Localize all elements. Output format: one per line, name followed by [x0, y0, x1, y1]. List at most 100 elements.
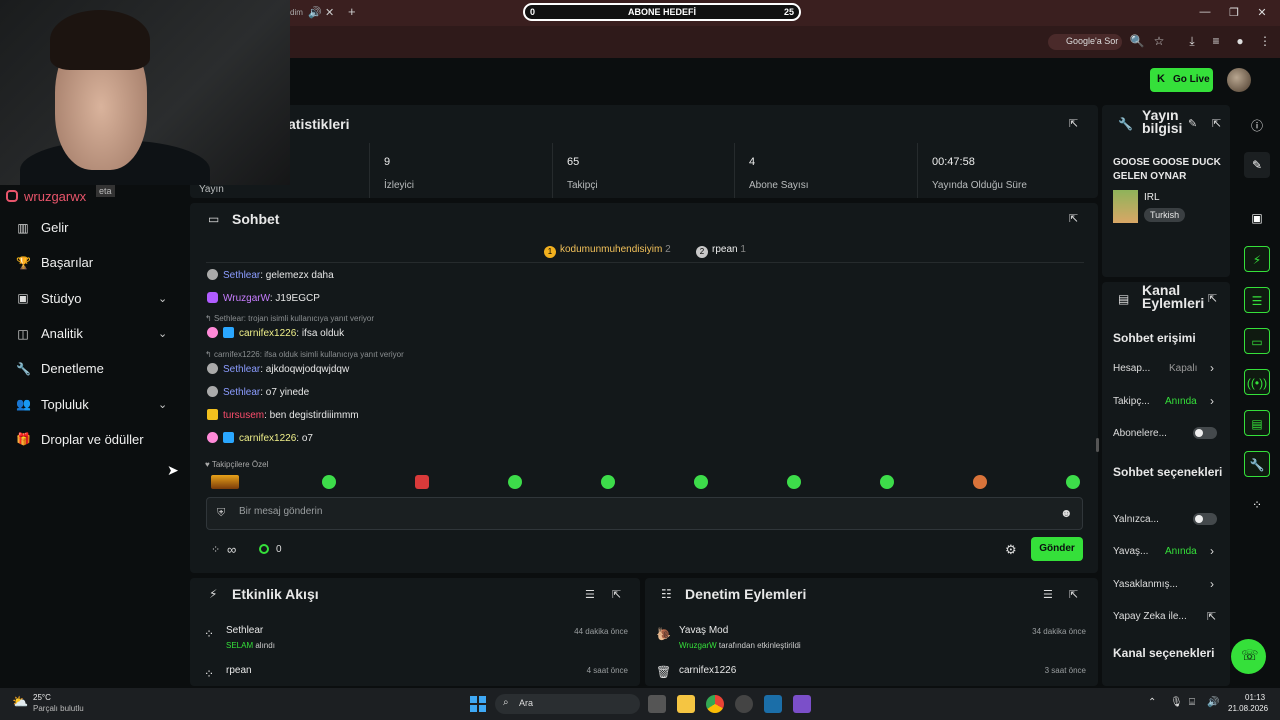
volume-icon[interactable]: 🔊: [1207, 697, 1219, 708]
setting-row-account-age[interactable]: Hesap... Kapalı ›: [1113, 361, 1223, 378]
reading-list-icon[interactable]: ≡: [1208, 34, 1224, 48]
setting-row-ai-moderation[interactable]: Yapay Zeka ile... ⇱: [1113, 610, 1223, 626]
setting-row-followers[interactable]: Takipç... Anında ›: [1113, 394, 1223, 411]
clock-date[interactable]: 21.08.2026: [1228, 704, 1268, 713]
microphone-icon[interactable]: 🎙: [1170, 697, 1183, 708]
activity-user[interactable]: Sethlear: [226, 625, 263, 636]
list-icon[interactable]: ☰: [1244, 287, 1270, 313]
zoom-icon[interactable]: 🔍: [1129, 34, 1145, 48]
chat-username[interactable]: Sethlear: [223, 364, 260, 375]
chevron-down-icon[interactable]: ⌄: [158, 327, 167, 340]
filter-icon[interactable]: ☰: [585, 588, 595, 601]
sidebar-item-basarilar[interactable]: 🏆 Başarılar: [0, 245, 190, 280]
emote[interactable]: [1066, 475, 1080, 489]
emoji-icon[interactable]: ☻: [1060, 506, 1073, 520]
filter-icon[interactable]: ☰: [1043, 588, 1053, 601]
language-tag[interactable]: Turkish: [1144, 208, 1186, 222]
edit-icon[interactable]: ✎: [1188, 117, 1197, 130]
activity-user[interactable]: rpean: [226, 665, 252, 676]
task-view-icon[interactable]: [648, 695, 666, 713]
chat-message[interactable]: tursusem: ben degistirdiiimmm: [207, 409, 359, 421]
steam-icon[interactable]: [764, 695, 782, 713]
emote[interactable]: [973, 475, 987, 489]
connections-icon[interactable]: ⁘: [211, 543, 220, 556]
obs-icon[interactable]: [735, 695, 753, 713]
info-icon[interactable]: ⓘ: [1244, 111, 1270, 137]
modlog-user[interactable]: carnifex1226: [679, 665, 736, 676]
browser-menu-icon[interactable]: ⋮: [1257, 34, 1273, 48]
chat-input[interactable]: [239, 506, 1019, 517]
chat-icon[interactable]: ▭: [1244, 328, 1270, 354]
minimize-icon[interactable]: —: [1195, 6, 1215, 18]
sidebar-item-analitik[interactable]: ◫ Analitik ⌄: [0, 316, 190, 351]
sidebar-item-droplar[interactable]: 🎁 Droplar ve ödüller: [0, 422, 190, 457]
emote[interactable]: [880, 475, 894, 489]
chat-username[interactable]: Sethlear: [223, 270, 260, 281]
channel-actions-icon[interactable]: ▤: [1244, 410, 1270, 436]
tab-title-partial[interactable]: dim: [290, 8, 303, 17]
expand-icon[interactable]: ⇱: [1069, 588, 1078, 601]
window-close-icon[interactable]: ✕: [1252, 6, 1272, 19]
channel-points-icon[interactable]: [259, 544, 269, 554]
emote[interactable]: [694, 475, 708, 489]
chat-username[interactable]: WruzgarW: [223, 293, 270, 304]
chat-message[interactable]: carnifex1226: ifsa olduk: [207, 327, 344, 339]
clock-time[interactable]: 01:13: [1245, 693, 1265, 702]
send-button[interactable]: Gönder: [1031, 537, 1083, 561]
emote-only-toggle[interactable]: [1193, 513, 1217, 525]
chat-username[interactable]: tursusem: [223, 410, 264, 421]
emote[interactable]: [322, 475, 336, 489]
bookmark-star-icon[interactable]: ☆: [1151, 34, 1167, 48]
chevron-down-icon[interactable]: ⌄: [158, 398, 167, 411]
google-sor-button[interactable]: Google'a Sor: [1048, 34, 1122, 50]
emote-fire[interactable]: [211, 475, 239, 489]
sidebar-item-topluluk[interactable]: 👥 Topluluk ⌄: [0, 386, 190, 421]
emote[interactable]: [787, 475, 801, 489]
chat-message[interactable]: Sethlear: o7 yinede: [207, 386, 309, 398]
modlog-actor[interactable]: WruzgarW: [679, 641, 717, 650]
chat-username[interactable]: carnifex1226: [239, 433, 296, 444]
windows-start-icon[interactable]: [470, 696, 486, 712]
app-icon[interactable]: [793, 695, 811, 713]
maximize-icon[interactable]: ❐: [1224, 6, 1244, 19]
subscribers-only-toggle[interactable]: [1193, 427, 1217, 439]
chat-message[interactable]: Sethlear: ajkdoqwjodqwjdqw: [207, 363, 349, 375]
expand-icon[interactable]: ⇱: [1069, 117, 1078, 130]
setting-row-banned-words[interactable]: Yasaklanmış... ›: [1113, 577, 1223, 594]
new-tab-icon[interactable]: +: [348, 4, 356, 19]
user-avatar[interactable]: [1227, 68, 1251, 92]
taskbar-search[interactable]: ⌕ Ara: [495, 694, 640, 714]
chat-settings-gear-icon[interactable]: ⚙: [1005, 542, 1017, 558]
chat-username[interactable]: Sethlear: [223, 387, 260, 398]
profile-icon[interactable]: ●: [1232, 34, 1248, 48]
setting-row-slow-mode[interactable]: Yavaş... Anında ›: [1113, 544, 1223, 561]
mute-icon[interactable]: 🔊: [308, 6, 322, 19]
download-icon[interactable]: ⤓: [1184, 34, 1200, 49]
media-icon[interactable]: ▣: [1244, 205, 1270, 231]
sidebar-item-gelir[interactable]: ▥ Gelir: [0, 210, 190, 245]
go-live-button[interactable]: K Go Live: [1150, 68, 1213, 92]
expand-icon[interactable]: ⇱: [1069, 212, 1078, 225]
edit-icon[interactable]: ✎: [1244, 152, 1270, 178]
expand-icon[interactable]: ⇱: [612, 588, 621, 601]
emote[interactable]: [601, 475, 615, 489]
category-thumbnail[interactable]: [1113, 190, 1138, 223]
category-name[interactable]: IRL: [1144, 192, 1160, 203]
chat-username[interactable]: carnifex1226: [239, 328, 296, 339]
connections-icon[interactable]: ⁘: [1244, 492, 1270, 518]
network-icon[interactable]: ⌸: [1189, 697, 1195, 708]
chat-scrollbar[interactable]: [1096, 438, 1099, 452]
lightning-icon[interactable]: ⚡: [1244, 246, 1270, 272]
chat-message[interactable]: carnifex1226: o7: [207, 432, 313, 444]
support-chat-button[interactable]: ☏: [1231, 639, 1266, 674]
chat-message[interactable]: Sethlear: gelemezx daha: [207, 269, 334, 281]
tray-chevron-icon[interactable]: ⌃: [1148, 697, 1156, 708]
wrench-icon[interactable]: 🔧: [1244, 451, 1270, 477]
sidebar-item-denetleme[interactable]: 🔧 Denetleme: [0, 351, 190, 386]
chevron-down-icon[interactable]: ⌄: [158, 292, 167, 305]
expand-icon[interactable]: ⇱: [1212, 117, 1221, 130]
top-chatter-1[interactable]: 1 kodumunmuhendisiyim 2: [544, 244, 671, 258]
expand-icon[interactable]: ⇱: [1208, 292, 1217, 305]
chat-input-box[interactable]: ⛨ ☻: [206, 497, 1083, 530]
chrome-icon[interactable]: [706, 695, 724, 713]
